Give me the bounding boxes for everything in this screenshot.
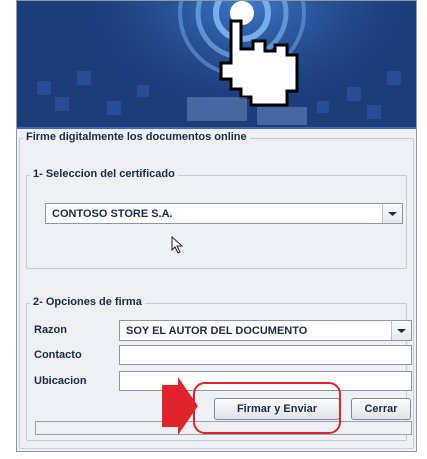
mouse-cursor-icon <box>171 236 184 254</box>
header-banner <box>17 1 416 127</box>
certificate-select[interactable]: CONTOSO STORE S.A. <box>45 203 403 224</box>
pointing-hand-icon <box>17 1 416 127</box>
location-label: Ubicacion <box>34 375 87 387</box>
red-arrow-icon <box>162 377 198 435</box>
certificate-section-title: 1- Seleccion del certificado <box>30 168 178 180</box>
panel-title: Firme digitalmente los documentos online <box>23 131 250 143</box>
contact-field[interactable] <box>119 345 412 365</box>
banner-divider <box>17 127 416 129</box>
annotation-highlight <box>193 382 341 434</box>
reason-label: Razon <box>34 324 67 336</box>
chevron-down-icon[interactable] <box>382 204 402 223</box>
signature-section-title: 2- Opciones de firma <box>30 296 145 308</box>
reason-selected-value: SOY EL AUTOR DEL DOCUMENTO <box>126 325 308 337</box>
chevron-down-icon[interactable] <box>391 321 411 340</box>
certificate-selected-value: CONTOSO STORE S.A. <box>52 208 173 220</box>
reason-select[interactable]: SOY EL AUTOR DEL DOCUMENTO <box>119 320 412 341</box>
close-button[interactable]: Cerrar <box>351 398 411 420</box>
contact-label: Contacto <box>34 349 82 361</box>
